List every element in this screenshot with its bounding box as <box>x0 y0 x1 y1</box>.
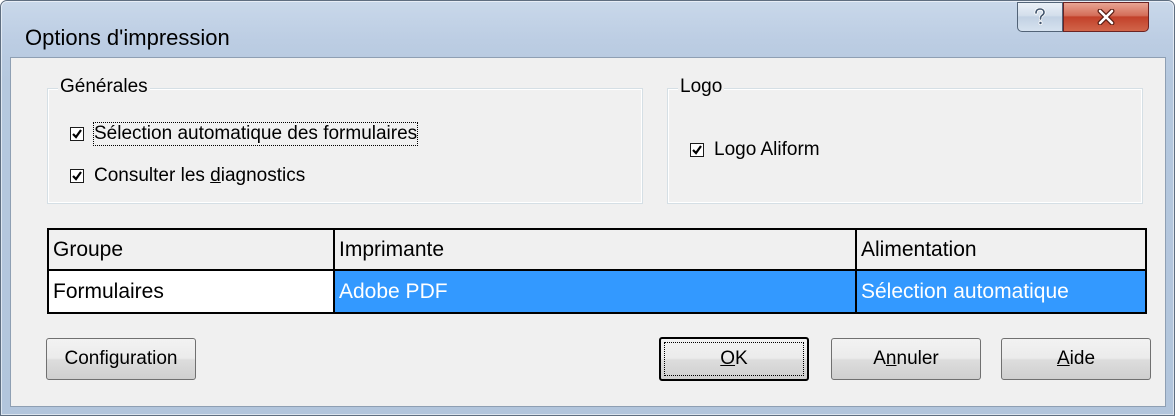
checkmark-icon <box>72 171 82 181</box>
view-diagnostics-checkbox[interactable] <box>70 169 84 183</box>
logo-groupbox: Logo Logo Aliform <box>667 76 1143 204</box>
cell-imprimante[interactable]: Adobe PDF <box>335 271 855 312</box>
window-title: Options d'impression <box>25 25 230 50</box>
auto-form-selection-label: Sélection automatique des formulaires <box>92 122 419 146</box>
cell-alimentation[interactable]: Sélection automatique <box>857 271 1145 312</box>
configuration-button[interactable]: Configuration <box>46 338 196 380</box>
ok-button[interactable]: OK <box>659 337 809 381</box>
grid-divider <box>855 230 857 312</box>
dialog-window: Options d'impression Générales Sélection… <box>0 0 1175 416</box>
dialog-client-area: Générales Sélection automatique des form… <box>10 57 1166 407</box>
logo-group-legend: Logo <box>678 76 725 98</box>
logo-aliform-checkbox[interactable] <box>690 143 704 157</box>
printer-grid[interactable]: Groupe Imprimante Alimentation Formulair… <box>47 228 1147 314</box>
cancel-button[interactable]: An nuler <box>831 338 981 380</box>
column-header-alimentation[interactable]: Alimentation <box>857 230 1145 269</box>
checkmark-icon <box>692 145 702 155</box>
auto-form-selection-option[interactable]: Sélection automatique des formulaires <box>70 122 419 146</box>
auto-form-selection-checkbox[interactable] <box>70 127 84 141</box>
help-action-button[interactable]: Aide <box>1001 338 1151 380</box>
checkmark-icon <box>72 129 82 139</box>
view-diagnostics-label: Consulter les diagnostics <box>94 165 306 186</box>
close-button[interactable] <box>1063 2 1149 32</box>
column-header-imprimante[interactable]: Imprimante <box>335 230 855 269</box>
logo-aliform-label: Logo Aliform <box>714 139 820 160</box>
close-x-icon <box>1097 9 1115 25</box>
question-mark-icon <box>1032 8 1048 26</box>
cell-groupe[interactable]: Formulaires <box>49 271 333 312</box>
help-button[interactable] <box>1017 2 1063 32</box>
general-group-legend: Générales <box>58 76 150 98</box>
column-header-groupe[interactable]: Groupe <box>49 230 333 269</box>
view-diagnostics-option[interactable]: Consulter les diagnostics <box>70 165 305 187</box>
general-groupbox: Générales Sélection automatique des form… <box>47 76 643 204</box>
logo-aliform-option[interactable]: Logo Aliform <box>690 139 820 161</box>
grid-divider <box>333 230 335 312</box>
